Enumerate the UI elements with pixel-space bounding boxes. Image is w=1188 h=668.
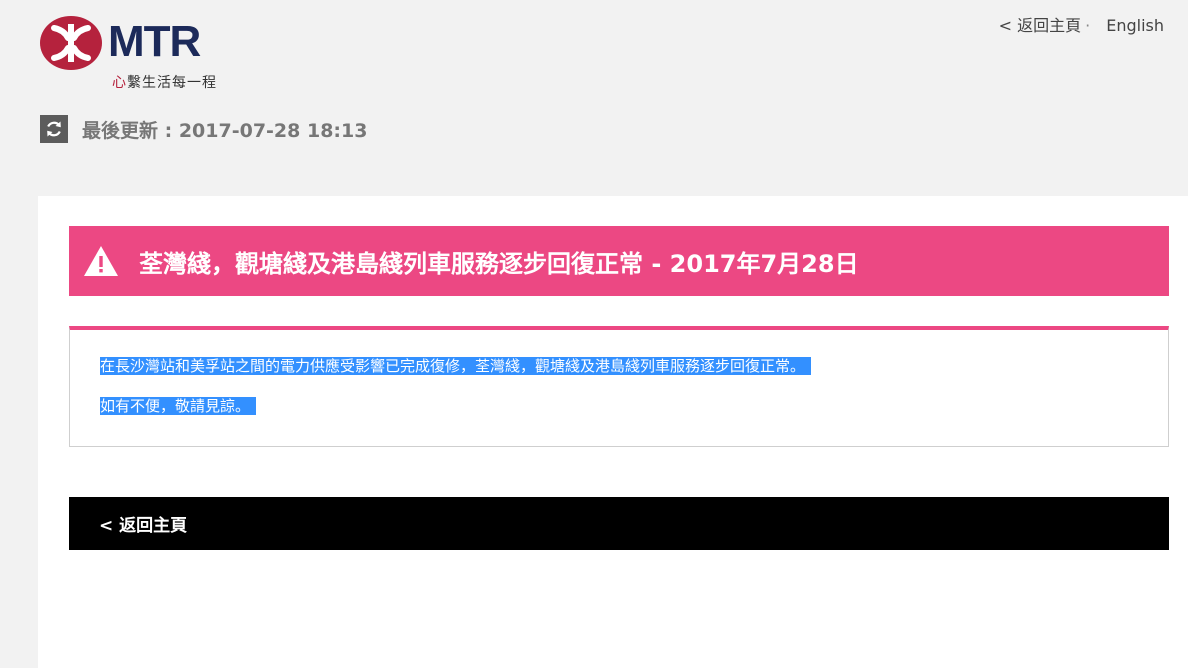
brand-tagline: 心繫生活每一程 xyxy=(112,72,217,92)
top-nav: < 返回主頁 · English xyxy=(999,12,1164,36)
alert-apology: 如有不便，敬請見諒。 xyxy=(100,396,1138,416)
home-link[interactable]: < 返回主頁 xyxy=(999,16,1082,35)
alert-message-box: 在長沙灣站和美孚站之間的電力供應受影響已完成復修，荃灣綫，觀塘綫及港島綫列車服務… xyxy=(69,326,1169,447)
nav-separator: · xyxy=(1085,16,1091,35)
alert-title: 荃灣綫，觀塘綫及港島綫列車服務逐步回復正常 - 2017年7月28日 xyxy=(139,249,859,278)
last-updated-text: 最後更新 : 2017-07-28 18:13 xyxy=(82,119,368,142)
warning-triangle-icon xyxy=(84,246,118,276)
brand-name: MTR xyxy=(108,17,201,66)
page: MTR 心繫生活每一程 < 返回主頁 · English 最後更新 : 2017-0… xyxy=(0,0,1188,668)
main-panel: 荃灣綫，觀塘綫及港島綫列車服務逐步回復正常 - 2017年7月28日 在長沙灣站… xyxy=(38,196,1188,668)
back-home-button[interactable]: < 返回主頁 xyxy=(99,511,187,536)
alert-message: 在長沙灣站和美孚站之間的電力供應受影響已完成復修，荃灣綫，觀塘綫及港島綫列車服務… xyxy=(100,356,1138,376)
alert-message-text: 在長沙灣站和美孚站之間的電力供應受影響已完成復修，荃灣綫，觀塘綫及港島綫列車服務… xyxy=(100,357,812,375)
tagline-heart: 心 xyxy=(112,75,127,91)
alert-banner: 荃灣綫，觀塘綫及港島綫列車服務逐步回復正常 - 2017年7月28日 xyxy=(69,226,1169,296)
mtr-logo[interactable]: MTR 心繫生活每一程 xyxy=(40,16,240,92)
refresh-icon[interactable] xyxy=(40,115,68,143)
back-bar: < 返回主頁 xyxy=(69,497,1169,550)
alert-apology-text: 如有不便，敬請見諒。 xyxy=(100,397,257,415)
mtr-logo-icon xyxy=(40,16,102,70)
last-updated: 最後更新 : 2017-07-28 18:13 xyxy=(40,114,367,144)
language-link[interactable]: English xyxy=(1106,16,1164,35)
tagline-rest: 繫生活每一程 xyxy=(127,75,217,91)
